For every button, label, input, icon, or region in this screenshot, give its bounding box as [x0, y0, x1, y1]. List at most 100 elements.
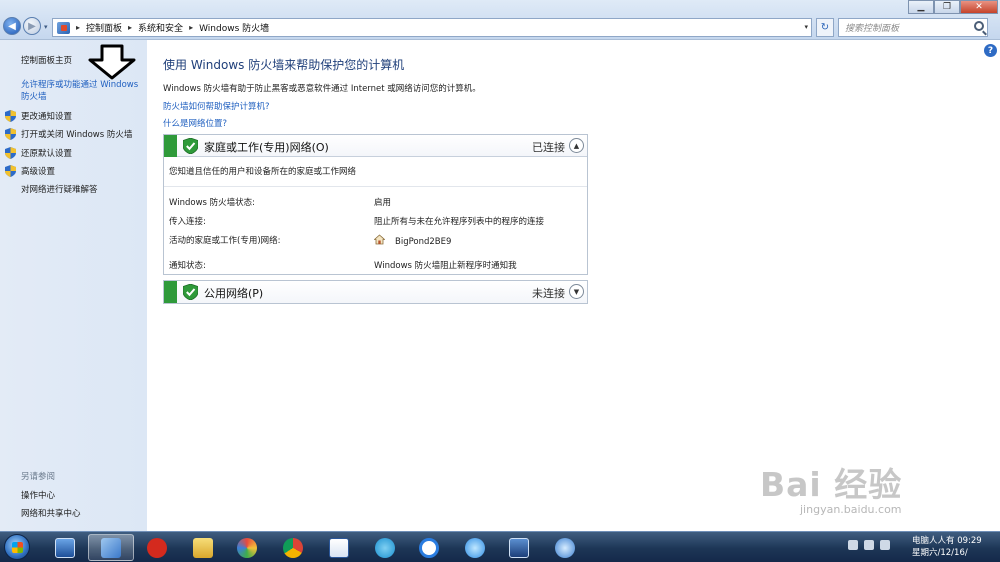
paint-palette-icon [237, 537, 257, 558]
breadcrumb-control-panel[interactable]: 控制面板 [86, 21, 122, 34]
public-network-panel: 公用网络(P) 未连接 ▼ [163, 280, 588, 304]
sidebar-item-notification-settings[interactable]: 更改通知设置 [21, 110, 72, 122]
taskbar-media[interactable] [542, 534, 588, 561]
sidebar-troubleshoot-link[interactable]: 对网络进行疑难解答 [21, 183, 98, 195]
uac-shield-icon [5, 110, 16, 122]
minimize-button[interactable]: ▁ [908, 0, 934, 14]
taskbar: 电脑人人有 09:29 星期六/12/16/ [0, 531, 1000, 562]
search-placeholder: 搜索控制面板 [845, 24, 900, 34]
taskbar-folder[interactable] [180, 534, 226, 561]
taskbar-desktop[interactable] [42, 534, 88, 561]
refresh-icon: ↻ [820, 22, 830, 33]
baidu-watermark-url: jingyan.baidu.com [800, 503, 902, 516]
word-icon [329, 537, 349, 558]
taskbar-word[interactable] [316, 534, 362, 561]
control-panel-icon [101, 537, 121, 558]
status-color-bar [164, 281, 177, 303]
sogou-icon [419, 537, 439, 558]
display-icon [509, 537, 529, 558]
firewall-state-value: 启用 [374, 198, 392, 208]
taskbar-edge[interactable] [362, 534, 408, 561]
breadcrumb-separator[interactable]: ▸ [76, 23, 80, 32]
home-network-details: Windows 防火墙状态: 启用 传入连接: 阻止所有与未在允许程序列表中的程… [164, 187, 587, 273]
firewall-state-label: Windows 防火墙状态: [169, 198, 256, 208]
sidebar-item-restore-defaults[interactable]: 还原默认设置 [21, 147, 72, 159]
taskbar-app-red[interactable] [134, 534, 180, 561]
back-button[interactable]: ◀ [3, 17, 21, 35]
sidebar-item-toggle-firewall[interactable]: 打开或关闭 Windows 防火墙 [21, 128, 132, 140]
uac-shield-icon [5, 128, 16, 140]
taskbar-ie[interactable] [452, 534, 498, 561]
maximize-button[interactable]: ❐ [934, 0, 960, 14]
breadcrumb-system-security[interactable]: 系统和安全 [138, 21, 183, 34]
clock-line-1: 电脑人人有 09:29 [912, 536, 982, 546]
start-button[interactable] [4, 534, 30, 560]
firewall-shield-check-icon [183, 138, 198, 154]
browser-icon [375, 537, 395, 558]
breadcrumb-windows-firewall[interactable]: Windows 防火墙 [199, 21, 269, 34]
taskbar-chrome[interactable] [270, 534, 316, 561]
see-also-label: 另请参阅 [21, 472, 56, 482]
tray-network-icon[interactable] [880, 540, 890, 550]
how-firewall-helps-link[interactable]: 防火墙如何帮助保护计算机? [163, 100, 270, 112]
taskbar-clock[interactable]: 电脑人人有 09:29 星期六/12/16/ [912, 535, 982, 559]
down-arrow-annotation-icon [88, 44, 136, 80]
sidebar: 控制面板主页 允许程序或功能通过 Windows 防火墙 更改通知设置 打开或关… [0, 40, 147, 531]
home-network-subtitle: 您知道且信任的用户和设备所在的家庭或工作网络 [164, 157, 587, 187]
public-network-status: 未连接 [532, 287, 565, 300]
breadcrumb-separator[interactable]: ▸ [189, 23, 193, 32]
page-title: 使用 Windows 防火墙来帮助保护您的计算机 [163, 58, 405, 72]
clock-line-2: 星期六/12/16/ [912, 548, 968, 558]
firewall-shield-check-icon [183, 284, 198, 300]
tray-flag-icon[interactable] [848, 540, 858, 550]
notification-state-value: Windows 防火墙阻止新程序时通知我 [374, 261, 517, 271]
home-network-status: 已连接 [532, 141, 565, 154]
home-network-icon [374, 234, 385, 245]
folder-icon [193, 537, 213, 558]
window-controls: ▁ ❐ ✕ [908, 0, 998, 14]
internet-explorer-icon [465, 537, 485, 558]
close-button[interactable]: ✕ [960, 0, 998, 14]
notification-state-label: 通知状态: [169, 261, 206, 271]
title-address-bar: ▁ ❐ ✕ ◀ ▶ ▾ ▸ 控制面板 ▸ 系统和安全 ▸ Windows 防火墙… [0, 0, 1000, 40]
active-network-label: 活动的家庭或工作(专用)网络: [169, 236, 281, 246]
uac-shield-icon [5, 165, 16, 177]
address-dropdown-icon[interactable]: ▾ [804, 23, 808, 31]
tray-volume-icon[interactable] [864, 540, 874, 550]
control-panel-icon [57, 21, 70, 34]
forward-arrow-icon: ▶ [28, 20, 36, 32]
recent-pages-dropdown[interactable]: ▾ [44, 23, 48, 31]
monitor-icon [55, 537, 75, 558]
help-icon[interactable]: ? [984, 44, 997, 57]
expand-chevron-icon[interactable]: ▼ [569, 284, 584, 299]
chrome-icon [283, 537, 303, 558]
taskbar-paint[interactable] [224, 534, 270, 561]
home-network-header[interactable]: 家庭或工作(专用)网络(O) 已连接 ▲ [164, 135, 587, 157]
search-icon[interactable] [974, 21, 984, 31]
active-network-value: BigPond2BE9 [395, 237, 452, 247]
breadcrumb-separator[interactable]: ▸ [128, 23, 132, 32]
address-bar[interactable]: ▸ 控制面板 ▸ 系统和安全 ▸ Windows 防火墙 ▾ [52, 18, 812, 37]
taskbar-sogou[interactable] [406, 534, 452, 561]
uac-shield-icon [5, 147, 16, 159]
network-location-link[interactable]: 什么是网络位置? [163, 117, 227, 129]
incoming-connections-value: 阻止所有与未在允许程序列表中的程序的连接 [374, 217, 545, 227]
refresh-button[interactable]: ↻ [816, 18, 834, 37]
public-network-header[interactable]: 公用网络(P) 未连接 ▼ [164, 281, 587, 303]
taskbar-control-panel[interactable] [88, 534, 134, 561]
incoming-connections-label: 传入连接: [169, 217, 206, 227]
sidebar-action-center-link[interactable]: 操作中心 [21, 489, 55, 501]
app-red-icon [147, 537, 167, 558]
home-network-panel: 家庭或工作(专用)网络(O) 已连接 ▲ 您知道且信任的用户和设备所在的家庭或工… [163, 134, 588, 275]
media-icon [555, 537, 575, 558]
sidebar-home-link[interactable]: 控制面板主页 [21, 54, 72, 66]
page-description: Windows 防火墙有助于防止黑客或恶意软件通过 Internet 或网络访问… [163, 84, 481, 94]
forward-button[interactable]: ▶ [23, 17, 41, 35]
sidebar-item-advanced-settings[interactable]: 高级设置 [21, 165, 55, 177]
home-network-title: 家庭或工作(专用)网络(O) [204, 141, 329, 154]
sidebar-allow-program-link[interactable]: 允许程序或功能通过 Windows 防火墙 [21, 79, 145, 103]
taskbar-monitor[interactable] [496, 534, 542, 561]
search-input[interactable]: 搜索控制面板 [838, 18, 988, 37]
collapse-chevron-icon[interactable]: ▲ [569, 138, 584, 153]
sidebar-network-sharing-link[interactable]: 网络和共享中心 [21, 507, 81, 519]
